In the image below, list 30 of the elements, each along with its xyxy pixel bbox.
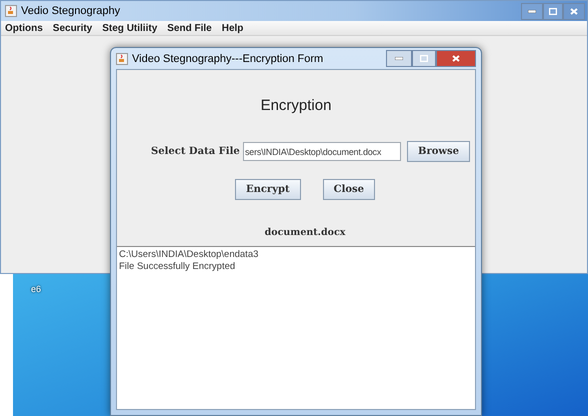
minimize-button[interactable] [386,50,412,67]
action-button[interactable]: Close [322,179,376,200]
log-line: C:\Users\INDIA\Desktop\endata3 [119,249,260,261]
menu-item[interactable]: Help [222,22,244,34]
file-path-field[interactable]: sers\INDIA\Desktop\document.docx [243,142,401,161]
maximize-button[interactable] [412,50,436,67]
window-title: Vedio Stegnography [21,5,122,17]
cup-icon [116,52,128,64]
cup-icon [5,5,17,17]
maximize-button[interactable] [543,2,563,20]
browse-button[interactable]: Browse [407,141,470,162]
minimize-icon [528,10,536,12]
menu-item[interactable]: Security [52,22,92,34]
field-label: Select Data File [151,146,241,157]
log-line: File Successfully Encrypted [119,261,236,273]
form-heading: Encryption [260,97,332,114]
maximize-icon [549,8,557,14]
close-button[interactable] [436,50,476,67]
menu-item[interactable]: Steg Utiliity [102,22,158,34]
maximize-icon [420,55,428,62]
action-button[interactable]: Encrypt [234,179,301,200]
minimize-button[interactable] [521,2,543,20]
minimize-icon [395,57,403,60]
close-button[interactable] [563,2,585,20]
close-icon [570,8,578,14]
close-icon [452,55,460,62]
dialog-title: Video Stegnography---Encryption Form [132,52,324,64]
selected-file-name: document.docx [264,227,346,238]
menu-item[interactable]: Send File [167,22,212,34]
menu-item[interactable]: Options [5,22,43,34]
